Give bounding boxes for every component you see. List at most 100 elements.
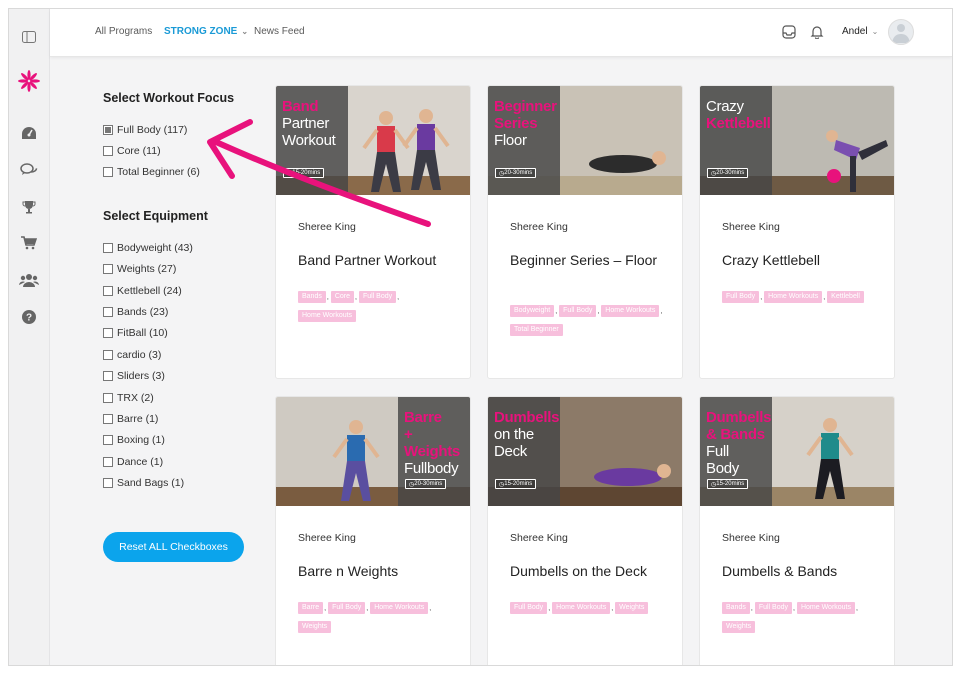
program-card[interactable]: Crazy Kettlebell ◷ 20-30mins Sheree King Craz…: [699, 85, 895, 379]
equipment-option[interactable]: Boxing (1): [103, 430, 263, 451]
program-thumbnail[interactable]: Dumbells on the Deck ◷ 15-20mins: [488, 397, 682, 506]
equipment-option[interactable]: TRX (2): [103, 387, 263, 408]
program-title[interactable]: Barre n Weights: [298, 564, 458, 579]
tag-link[interactable]: Full Body: [328, 602, 366, 615]
tag-link[interactable]: Full Body: [754, 602, 792, 615]
cart-icon[interactable]: [17, 231, 41, 255]
checkbox[interactable]: [103, 478, 113, 489]
panel-toggle-icon[interactable]: [17, 25, 41, 49]
checkbox[interactable]: [103, 167, 113, 178]
tag-link[interactable]: Core: [330, 291, 354, 304]
checkbox[interactable]: [103, 264, 113, 275]
equipment-option[interactable]: Bands (23): [103, 301, 263, 322]
thumbnail-caption-line: Partner: [282, 115, 330, 132]
avatar[interactable]: [888, 19, 914, 45]
program-title[interactable]: Crazy Kettlebell: [722, 253, 882, 268]
program-tags: Bodyweight, Full Body, Home Workouts ,Total…: [510, 302, 670, 340]
equipment-option[interactable]: Bodyweight (43): [103, 237, 263, 258]
trophy-icon[interactable]: [17, 195, 41, 219]
equipment-option[interactable]: cardio (3): [103, 344, 263, 365]
focus-option[interactable]: Core (11): [103, 140, 263, 161]
equipment-option[interactable]: FitBall (10): [103, 323, 263, 344]
checkbox[interactable]: [103, 285, 113, 296]
program-title[interactable]: Dumbells & Bands: [722, 564, 882, 579]
tag-link[interactable]: Weights: [722, 621, 756, 634]
tag-link[interactable]: Barre: [298, 602, 324, 615]
program-card[interactable]: Dumbells & Bands Full Body ◷ 15-20mins Sheree …: [699, 396, 895, 665]
tag-link[interactable]: Kettlebell: [827, 291, 864, 304]
tag-link[interactable]: Full Body: [510, 602, 548, 615]
program-thumbnail[interactable]: Beginner Series Floor ◷ 20-30mins: [488, 86, 682, 195]
user-menu[interactable]: Andel ⌄: [842, 26, 878, 37]
tag-link[interactable]: Bodyweight: [510, 305, 555, 318]
checkbox[interactable]: [103, 146, 113, 157]
nav-news-feed[interactable]: News Feed: [254, 26, 305, 37]
equipment-option[interactable]: Kettlebell (24): [103, 280, 263, 301]
checkbox[interactable]: [103, 242, 113, 253]
program-thumbnail[interactable]: Barre + Weights Fullbody ◷ 20-30mins: [276, 397, 470, 506]
tag-link[interactable]: Bands: [722, 602, 750, 615]
tag-separator: ,: [326, 294, 329, 301]
checkbox[interactable]: [103, 328, 113, 339]
duration-badge: ◷ 20-30mins: [495, 168, 537, 178]
nav-strong-zone[interactable]: STRONG ZONE ⌄: [164, 26, 248, 37]
program-card[interactable]: Band Partner Workout ◷ 15-20mins Sheree King B…: [275, 85, 471, 379]
program-thumbnail[interactable]: Dumbells & Bands Full Body ◷ 15-20mins: [700, 397, 894, 506]
equipment-option[interactable]: Weights (27): [103, 259, 263, 280]
program-card[interactable]: Barre + Weights Fullbody ◷ 20-30mins Sheree Ki…: [275, 396, 471, 665]
equipment-option[interactable]: Barre (1): [103, 408, 263, 429]
thumbnail-caption: Beginner Series Floor: [494, 98, 557, 149]
tag-link[interactable]: Home Workouts: [796, 602, 856, 615]
thumbnail-caption: Band Partner Workout: [282, 98, 336, 149]
bell-icon[interactable]: [808, 23, 826, 41]
program-title[interactable]: Beginner Series – Floor: [510, 253, 670, 268]
tag-separator: ,: [397, 294, 400, 301]
app-window: ? All Programs STRONG ZONE ⌄ News Feed An…: [8, 8, 953, 666]
focus-option[interactable]: Full Body (117): [103, 119, 263, 140]
tag-link[interactable]: Home Workouts: [552, 602, 611, 615]
equipment-option[interactable]: Dance (1): [103, 451, 263, 472]
user-name: Andel: [842, 26, 868, 37]
help-icon[interactable]: ?: [17, 305, 41, 329]
checkbox[interactable]: [103, 124, 113, 135]
checkbox[interactable]: [103, 435, 113, 446]
tag-link[interactable]: Home Workouts: [764, 291, 823, 304]
program-card[interactable]: Dumbells on the Deck ◷ 15-20mins Sheree King D…: [487, 396, 683, 665]
tag-link[interactable]: Bands: [298, 291, 326, 304]
reset-checkboxes-button[interactable]: Reset ALL Checkboxes: [103, 532, 244, 562]
tag-link[interactable]: Home Workouts: [298, 310, 357, 323]
tag-link[interactable]: Full Body: [722, 291, 760, 304]
tag-link[interactable]: Total Beginner: [510, 324, 563, 337]
focus-option[interactable]: Total Beginner (6): [103, 162, 263, 183]
tag-link[interactable]: Weights: [615, 602, 649, 615]
equipment-option-label: Boxing (1): [117, 434, 165, 447]
inbox-icon[interactable]: [780, 23, 798, 41]
flower-logo-icon[interactable]: [17, 69, 41, 93]
checkbox[interactable]: [103, 307, 113, 318]
program-title[interactable]: Dumbells on the Deck: [510, 564, 670, 579]
checkbox[interactable]: [103, 392, 113, 403]
program-card[interactable]: Beginner Series Floor ◷ 20-30mins Sheree King…: [487, 85, 683, 379]
dashboard-gauge-icon[interactable]: [17, 121, 41, 145]
checkbox[interactable]: [103, 349, 113, 360]
chat-icon[interactable]: [17, 158, 41, 182]
nav-all-programs[interactable]: All Programs: [95, 26, 152, 37]
equipment-option[interactable]: Sand Bags (1): [103, 472, 263, 493]
tag-link[interactable]: Home Workouts: [601, 305, 660, 318]
equipment-option[interactable]: Sliders (3): [103, 366, 263, 387]
thumbnail-caption-line: Band: [282, 98, 319, 115]
program-title[interactable]: Band Partner Workout: [298, 253, 458, 268]
checkbox[interactable]: [103, 413, 113, 424]
thumbnail-caption-line: Barre: [404, 409, 442, 426]
tag-link[interactable]: Home Workouts: [370, 602, 429, 615]
thumbnail-caption-line: Deck: [494, 443, 527, 460]
checkbox[interactable]: [103, 371, 113, 382]
program-tags: Full Body, Home Workouts, Kettlebell: [722, 288, 882, 307]
tag-link[interactable]: Weights: [298, 621, 332, 634]
checkbox[interactable]: [103, 456, 113, 467]
program-thumbnail[interactable]: Crazy Kettlebell ◷ 20-30mins: [700, 86, 894, 195]
tag-link[interactable]: Full Body: [559, 305, 597, 318]
program-thumbnail[interactable]: Band Partner Workout ◷ 15-20mins: [276, 86, 470, 195]
users-icon[interactable]: [17, 268, 41, 292]
tag-link[interactable]: Full Body: [358, 291, 397, 304]
